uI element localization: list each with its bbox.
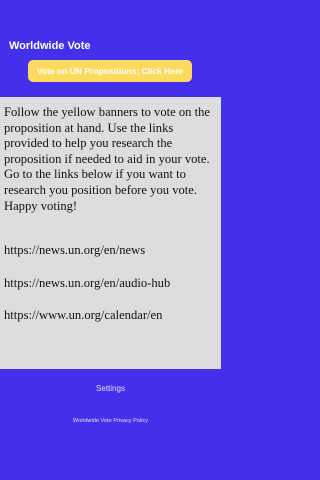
link-un-audio-hub[interactable]: https://news.un.org/en/audio-hub	[4, 276, 170, 291]
intro-text: Follow the yellow banners to vote on the…	[4, 105, 211, 213]
privacy-policy-link[interactable]: Worldwide Vote Privacy Policy	[0, 416, 221, 426]
link-un-calendar[interactable]: https://www.un.org/calendar/en	[4, 308, 162, 323]
link-un-news[interactable]: https://news.un.org/en/news	[4, 243, 145, 258]
settings-link[interactable]: Settings	[0, 383, 221, 395]
content-panel: Follow the yellow banners to vote on the…	[0, 97, 221, 369]
app-title: Worldwide Vote	[9, 40, 91, 52]
vote-propositions-button[interactable]: Vote on UN Propositions: Click Here	[28, 60, 192, 82]
